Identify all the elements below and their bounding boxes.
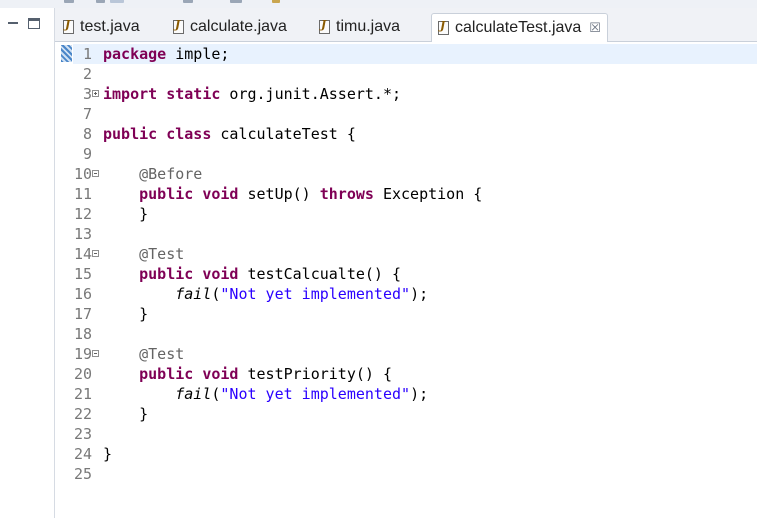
code-text: public void testPriority() { [139, 365, 392, 383]
code-line[interactable]: 9 [73, 144, 757, 164]
code-text: fail("Not yet implemented"); [175, 385, 429, 403]
toolbar-fragment [110, 0, 124, 3]
code-line[interactable]: 18 [73, 324, 757, 344]
fold-collapse-icon[interactable] [92, 250, 99, 257]
code-editor[interactable]: 1 package imple; 2 3 import static org.junit… [55, 42, 757, 518]
code-line[interactable]: 8 public class calculateTest { [73, 124, 757, 144]
line-number: 15 [73, 265, 92, 283]
code-text: @Test [139, 245, 185, 263]
code-line[interactable]: 19 @Test [73, 344, 757, 364]
menu-toolbar-strip [0, 0, 757, 8]
line-number: 13 [73, 225, 92, 243]
toolbar-fragment [96, 0, 105, 3]
code-text: } [103, 305, 149, 323]
line-number: 19 [73, 345, 92, 363]
toolbar-fragment [272, 0, 280, 3]
line-number: 3 [82, 85, 92, 103]
line-number: 14 [73, 245, 92, 263]
code-line[interactable]: 7 [73, 104, 757, 124]
code-text: package imple; [103, 45, 230, 63]
code-line[interactable]: 13 [73, 224, 757, 244]
code-line[interactable]: 20 public void testPriority() { [73, 364, 757, 384]
left-side-panel [0, 8, 55, 518]
code-text: import static org.junit.Assert.*; [103, 85, 402, 103]
line-number: 10 [73, 165, 92, 183]
java-file-icon [319, 18, 330, 34]
line-number: 11 [73, 185, 92, 203]
code-line[interactable]: 22 } [73, 404, 757, 424]
tab-calculate-java[interactable]: calculate.java [173, 13, 287, 41]
line-number: 9 [82, 145, 92, 163]
line-number: 22 [73, 405, 92, 423]
code-text: public void setUp() throws Exception { [139, 185, 483, 203]
java-file-icon [63, 18, 74, 34]
ruler-marker [61, 45, 72, 62]
line-number: 2 [82, 65, 92, 83]
code-line[interactable]: 2 [73, 64, 757, 84]
line-number: 1 [82, 45, 92, 63]
code-line[interactable]: 17 } [73, 304, 757, 324]
code-text: fail("Not yet implemented"); [175, 285, 429, 303]
tab-label: calculateTest.java [455, 19, 582, 36]
line-number: 8 [82, 125, 92, 143]
code-line[interactable]: 12 } [73, 204, 757, 224]
fold-collapse-icon[interactable] [92, 170, 99, 177]
line-number: 23 [73, 425, 92, 443]
toolbar-fragment [183, 0, 193, 3]
line-number: 17 [73, 305, 92, 323]
code-text: @Before [139, 165, 203, 183]
code-line[interactable]: 24} [73, 444, 757, 464]
overview-ruler [55, 42, 73, 518]
toolbar-fragment [230, 0, 242, 3]
tab-label: test.java [80, 18, 140, 35]
fold-expand-icon[interactable] [92, 90, 99, 97]
fold-collapse-icon[interactable] [92, 350, 99, 357]
code-line[interactable]: 1 package imple; [73, 44, 757, 64]
tab-label: calculate.java [190, 18, 287, 35]
code-text: } [103, 205, 149, 223]
line-number: 20 [73, 365, 92, 383]
editor-tab-bar: test.java calculate.java timu.java calcu… [55, 8, 757, 42]
line-number: 12 [73, 205, 92, 223]
code-line[interactable]: 15 public void testCalcualte() { [73, 264, 757, 284]
code-text: public class calculateTest { [103, 125, 356, 143]
java-file-icon [173, 18, 184, 34]
tab-label: timu.java [336, 18, 401, 35]
code-line[interactable]: 10 @Before [73, 164, 757, 184]
code-line[interactable]: 11 public void setUp() throws Exception … [73, 184, 757, 204]
minimize-icon[interactable] [7, 18, 19, 29]
maximize-icon[interactable] [28, 18, 40, 29]
toolbar-fragment [64, 0, 74, 3]
code-line[interactable]: 21 fail("Not yet implemented"); [73, 384, 757, 404]
tab-calculatetest-java[interactable]: calculateTest.java ☒ [431, 13, 608, 42]
tab-timu-java[interactable]: timu.java [319, 13, 400, 41]
code-line[interactable]: 3 import static org.junit.Assert.*; [73, 84, 757, 104]
tab-test-java[interactable]: test.java [63, 13, 140, 41]
code-line[interactable]: 14 @Test [73, 244, 757, 264]
code-line[interactable]: 16 fail("Not yet implemented"); [73, 284, 757, 304]
code-text: } [103, 405, 149, 423]
code-text: } [103, 445, 113, 463]
line-number: 7 [82, 105, 92, 123]
close-icon[interactable]: ☒ [589, 20, 601, 36]
line-number: 21 [73, 385, 92, 403]
line-number: 25 [73, 465, 92, 483]
line-number: 18 [73, 325, 92, 343]
code-line[interactable]: 25 [73, 464, 757, 484]
code-line[interactable]: 23 [73, 424, 757, 444]
java-file-icon [438, 19, 449, 35]
line-number: 16 [73, 285, 92, 303]
line-number: 24 [73, 445, 92, 463]
code-text: public void testCalcualte() { [139, 265, 402, 283]
code-text: @Test [139, 345, 185, 363]
